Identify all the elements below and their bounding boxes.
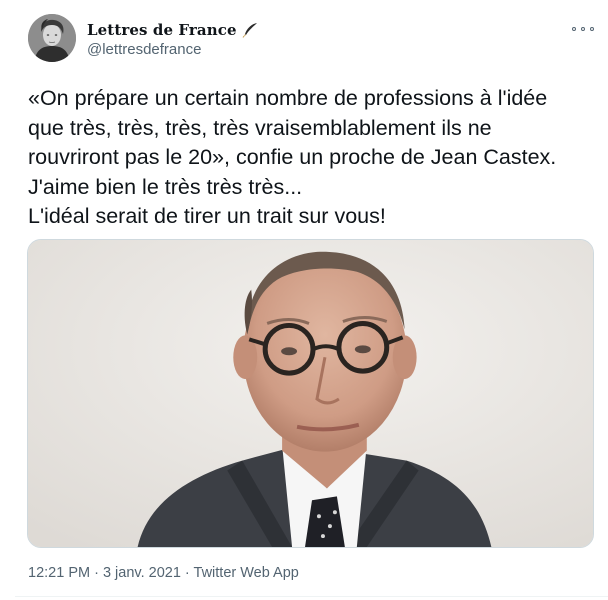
tweet-text-line: L'idéal serait de tirer un trait sur vou…: [28, 204, 386, 228]
dot: [590, 27, 594, 31]
meta-separator: ·: [180, 565, 194, 581]
tweet-text-line: J'aime bien le très très très...: [28, 174, 303, 199]
author-handle[interactable]: @lettresdefrance: [87, 41, 201, 58]
divider: [15, 596, 608, 597]
quill-pen-icon: [242, 22, 258, 38]
tweet-metadata: 12:21 PM · 3 janv. 2021 · Twitter Web Ap…: [28, 565, 299, 581]
dot: [581, 27, 585, 31]
tweet-text-line: que très, très, très, très vraisemblable…: [28, 115, 492, 140]
tweet-card: Lettres de France @lettresdefrance «On p…: [0, 0, 608, 600]
portrait-photo-image: [28, 240, 593, 547]
tweet-photo[interactable]: [27, 239, 594, 548]
more-options-icon[interactable]: [572, 22, 594, 36]
tweet-source[interactable]: Twitter Web App: [194, 565, 299, 581]
meta-separator: ·: [90, 565, 103, 581]
tweet-text-line: rouvriront pas le 20», confie un proche …: [28, 145, 557, 169]
tweet-text: «On prépare un certain nombre de profess…: [28, 84, 603, 232]
tweet-text-line: «On prépare un certain nombre de profess…: [28, 86, 548, 110]
avatar[interactable]: [28, 14, 76, 62]
dot: [572, 27, 576, 31]
author-name-row: Lettres de France: [87, 19, 258, 41]
tweet-time[interactable]: 12:21 PM: [28, 565, 90, 581]
avatar-portrait-icon: [28, 14, 76, 62]
tweet-date[interactable]: 3 janv. 2021: [103, 565, 181, 581]
author-display-name[interactable]: Lettres de France: [87, 21, 237, 39]
